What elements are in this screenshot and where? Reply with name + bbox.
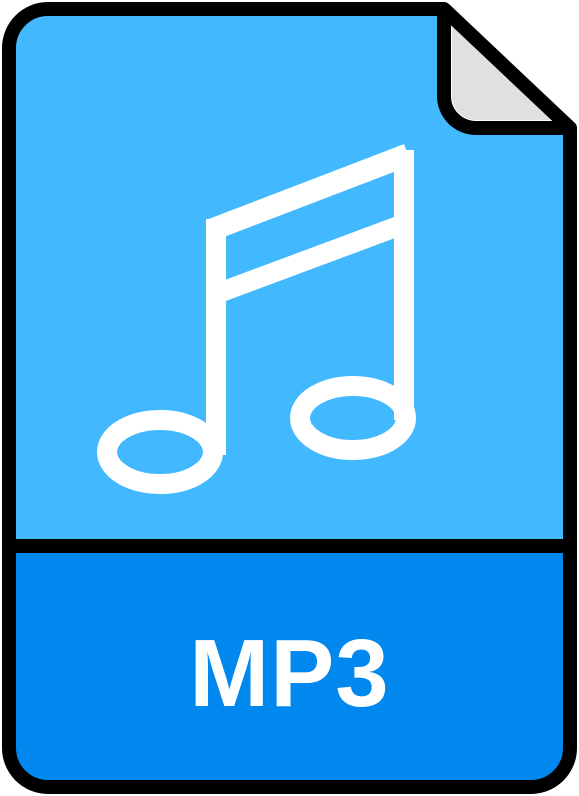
file-extension-label: MP3 xyxy=(189,620,390,727)
